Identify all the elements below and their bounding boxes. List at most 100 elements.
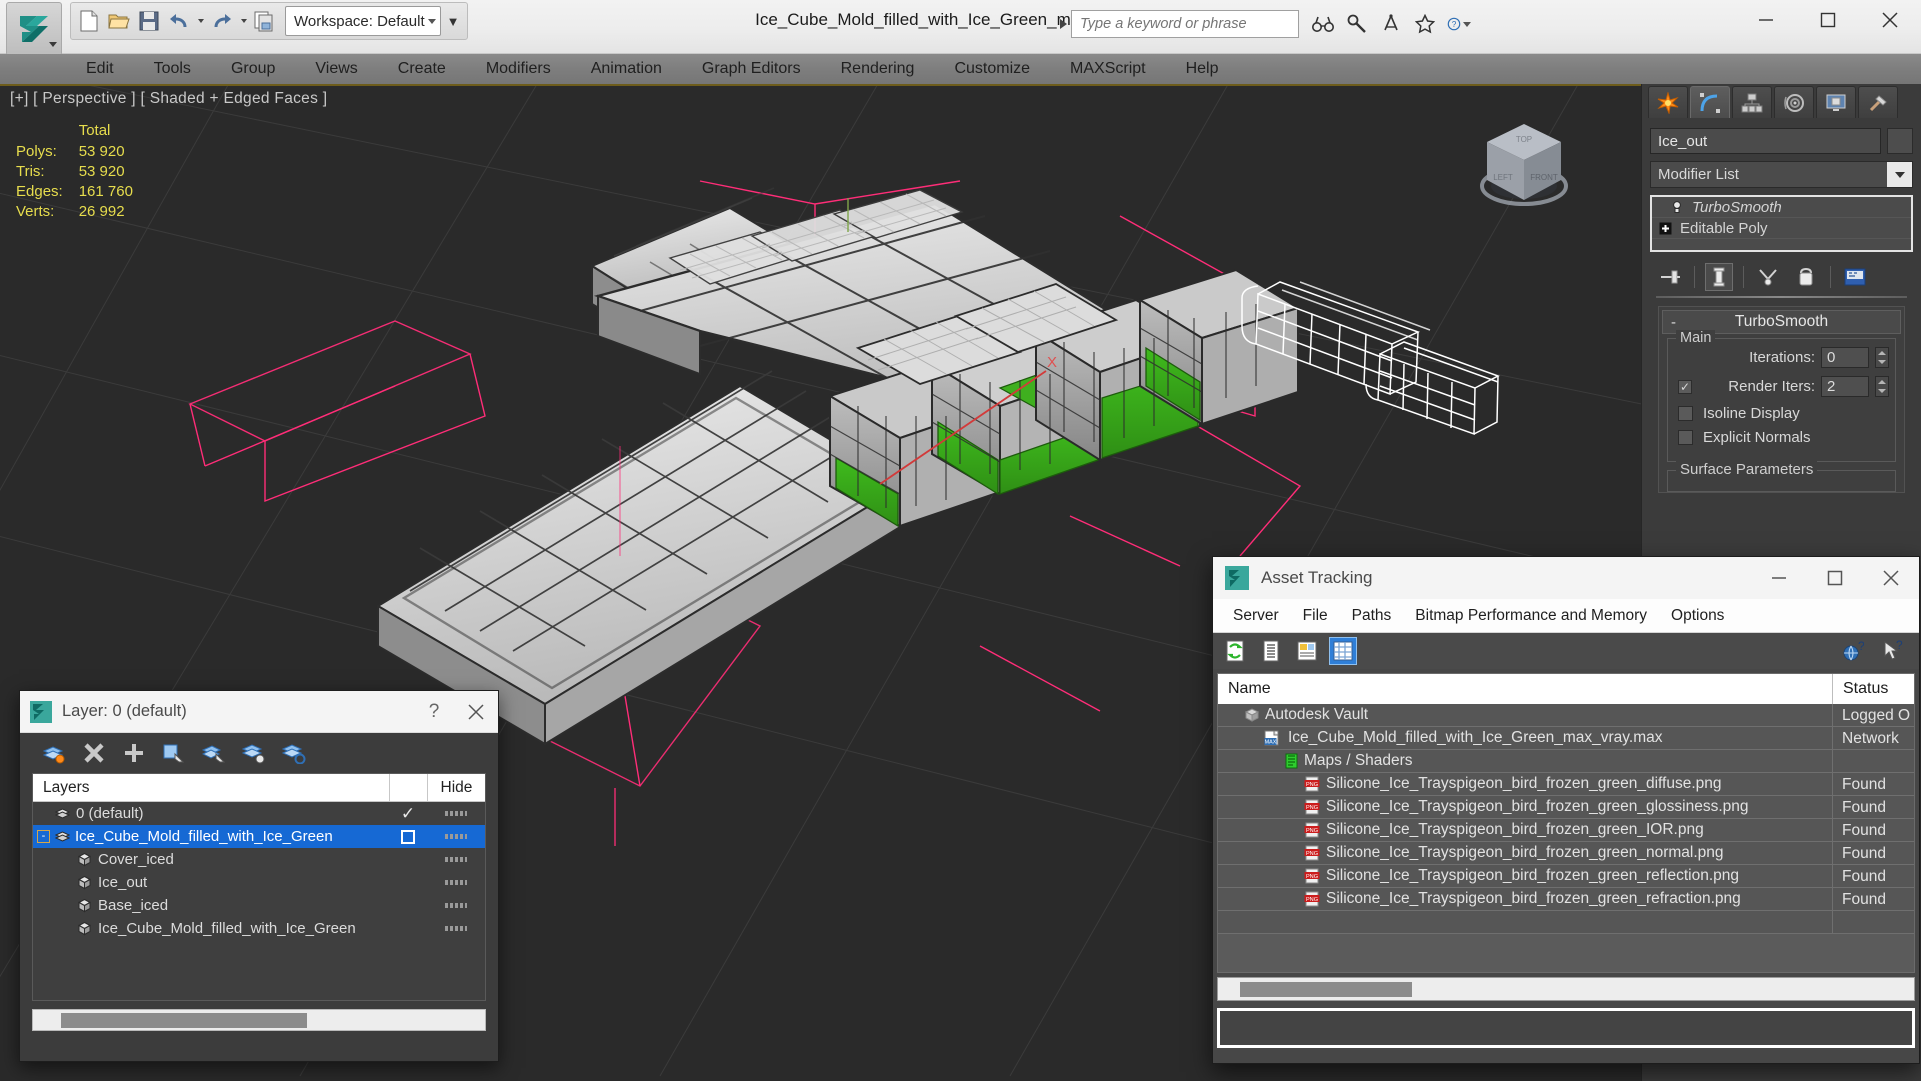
asset-close-button[interactable] [1863,557,1919,599]
layer-dialog[interactable]: Layer: 0 (default) ? Layers Hide 0 (defa… [19,690,499,1062]
viewcube[interactable]: TOP LEFT FRONT [1469,108,1579,218]
pin-stack-icon[interactable] [1656,263,1684,291]
asset-menu-bitmap-performance[interactable]: Bitmap Performance and Memory [1403,599,1659,633]
layer-settings-icon[interactable] [280,739,308,767]
compass-icon[interactable] [1379,12,1403,36]
layer-hide-toggle[interactable] [427,848,485,871]
asset-row[interactable]: Maps / Shaders [1218,749,1914,773]
search-input[interactable] [1080,16,1298,32]
wrench-icon[interactable] [1345,12,1369,36]
asset-row[interactable]: MAX Ice_Cube_Mold_filled_with_Ice_Green_… [1218,726,1914,750]
make-layer-current-icon[interactable] [40,739,68,767]
layer-row[interactable]: - Ice_Cube_Mold_filled_with_Ice_Green [33,825,485,848]
isoline-display-checkbox[interactable] [1678,406,1693,421]
layer-hide-toggle[interactable] [427,894,485,917]
create-new-layer-icon[interactable] [120,739,148,767]
object-name-field[interactable]: Ice_out [1650,128,1881,154]
grid-view-icon[interactable] [1329,637,1357,665]
layer-row[interactable]: Ice_out [33,871,485,894]
viewport-label[interactable]: [+] [ Perspective ] [ Shaded + Edged Fac… [10,90,327,108]
help-globe-icon[interactable]: ? [1839,637,1867,665]
render-iters-spinner[interactable] [1875,376,1889,397]
help-icon[interactable]: ? [1447,12,1471,36]
help-cursor-icon[interactable]: ? [1879,637,1907,665]
undo-dropdown-caret[interactable] [195,6,206,36]
asset-tracking-grid[interactable]: Name Status Autodesk Vault Logged O MAX … [1217,673,1915,973]
list-view-icon[interactable] [1257,637,1285,665]
app-logo-button[interactable] [6,2,62,56]
layer-row[interactable]: Base_iced [33,894,485,917]
open-file-icon[interactable] [105,6,133,36]
layer-list[interactable]: Layers Hide 0 (default) ✓ - Ice_Cube_Mol… [32,773,486,1001]
layer-row[interactable]: Cover_iced [33,848,485,871]
explicit-normals-checkbox[interactable] [1678,430,1693,445]
utilities-tab[interactable] [1858,86,1898,118]
layer-current-check-icon[interactable]: ✓ [389,802,427,825]
menu-maxscript[interactable]: MAXScript [1050,54,1166,84]
delete-layer-icon[interactable] [80,739,108,767]
motion-tab[interactable] [1774,86,1814,118]
minimize-button[interactable] [1735,0,1797,40]
logo-dropdown-caret[interactable] [49,42,57,47]
plus-box-icon[interactable] [1658,221,1672,235]
iterations-spinner[interactable] [1875,347,1889,368]
menu-help[interactable]: Help [1166,54,1239,84]
close-button[interactable] [1859,0,1921,40]
layer-row[interactable]: 0 (default) ✓ [33,802,485,825]
iterations-input[interactable]: 0 [1821,347,1869,368]
menu-graph-editors[interactable]: Graph Editors [682,54,821,84]
display-tab[interactable] [1816,86,1856,118]
menu-modifiers[interactable]: Modifiers [466,54,571,84]
menu-customize[interactable]: Customize [934,54,1050,84]
modifier-stack-item-editable-poly[interactable]: Editable Poly [1652,218,1911,239]
new-file-icon[interactable] [75,6,103,36]
redo-icon[interactable] [208,6,236,36]
menu-tools[interactable]: Tools [134,54,211,84]
asset-menu-server[interactable]: Server [1221,599,1291,633]
project-folder-icon[interactable] [251,6,279,36]
menu-group[interactable]: Group [211,54,295,84]
menu-rendering[interactable]: Rendering [821,54,935,84]
workspace-overflow-button[interactable]: ▼ [443,6,463,36]
layer-hide-toggle[interactable] [427,871,485,894]
workspace-selector[interactable]: Workspace: Default [285,6,441,36]
star-icon[interactable] [1413,12,1437,36]
asset-menu-paths[interactable]: Paths [1340,599,1404,633]
show-end-result-icon[interactable] [1705,263,1733,291]
asset-menu-options[interactable]: Options [1659,599,1736,633]
create-tab[interactable] [1648,86,1688,118]
search-expand-arrow-icon[interactable] [1055,10,1071,38]
layer-expander-icon[interactable]: - [37,830,50,843]
configure-modifier-sets-icon[interactable] [1841,263,1869,291]
refresh-icon[interactable] [1221,637,1249,665]
detail-view-icon[interactable] [1293,637,1321,665]
modifier-list-dropdown[interactable]: Modifier List [1650,161,1913,188]
asset-menu-file[interactable]: File [1291,599,1340,633]
explicit-normals-row[interactable]: Explicit Normals [1674,429,1889,446]
render-iters-input[interactable]: 2 [1821,376,1869,397]
select-objects-in-layer-icon[interactable] [200,739,228,767]
scrollbar-thumb[interactable] [1240,981,1412,997]
add-selection-to-layer-icon[interactable] [160,739,188,767]
layer-hide-toggle[interactable] [427,802,485,825]
asset-minimize-button[interactable] [1751,557,1807,599]
collapse-icon[interactable]: - [1671,314,1676,331]
isoline-display-row[interactable]: Isoline Display [1674,405,1889,422]
hierarchy-tab[interactable] [1732,86,1772,118]
menu-views[interactable]: Views [295,54,377,84]
search-input-wrapper[interactable] [1071,10,1299,38]
binoculars-icon[interactable] [1311,12,1335,36]
undo-icon[interactable] [165,6,193,36]
layer-row[interactable]: Ice_Cube_Mold_filled_with_Ice_Green [33,917,485,940]
modify-tab[interactable] [1690,86,1730,118]
asset-row[interactable]: PNG Silicone_Ice_Trayspigeon_bird_frozen… [1218,772,1914,796]
layer-hide-toggle[interactable] [427,917,485,940]
chevron-down-icon[interactable] [1887,162,1912,187]
layer-dialog-titlebar[interactable]: Layer: 0 (default) ? [20,691,498,733]
asset-maximize-button[interactable] [1807,557,1863,599]
asset-tracking-window[interactable]: Asset Tracking Server File Paths Bitmap … [1212,556,1920,1064]
menu-animation[interactable]: Animation [571,54,682,84]
render-iters-checkbox[interactable] [1678,379,1692,394]
asset-row[interactable]: PNG Silicone_Ice_Trayspigeon_bird_frozen… [1218,864,1914,888]
menu-create[interactable]: Create [378,54,466,84]
